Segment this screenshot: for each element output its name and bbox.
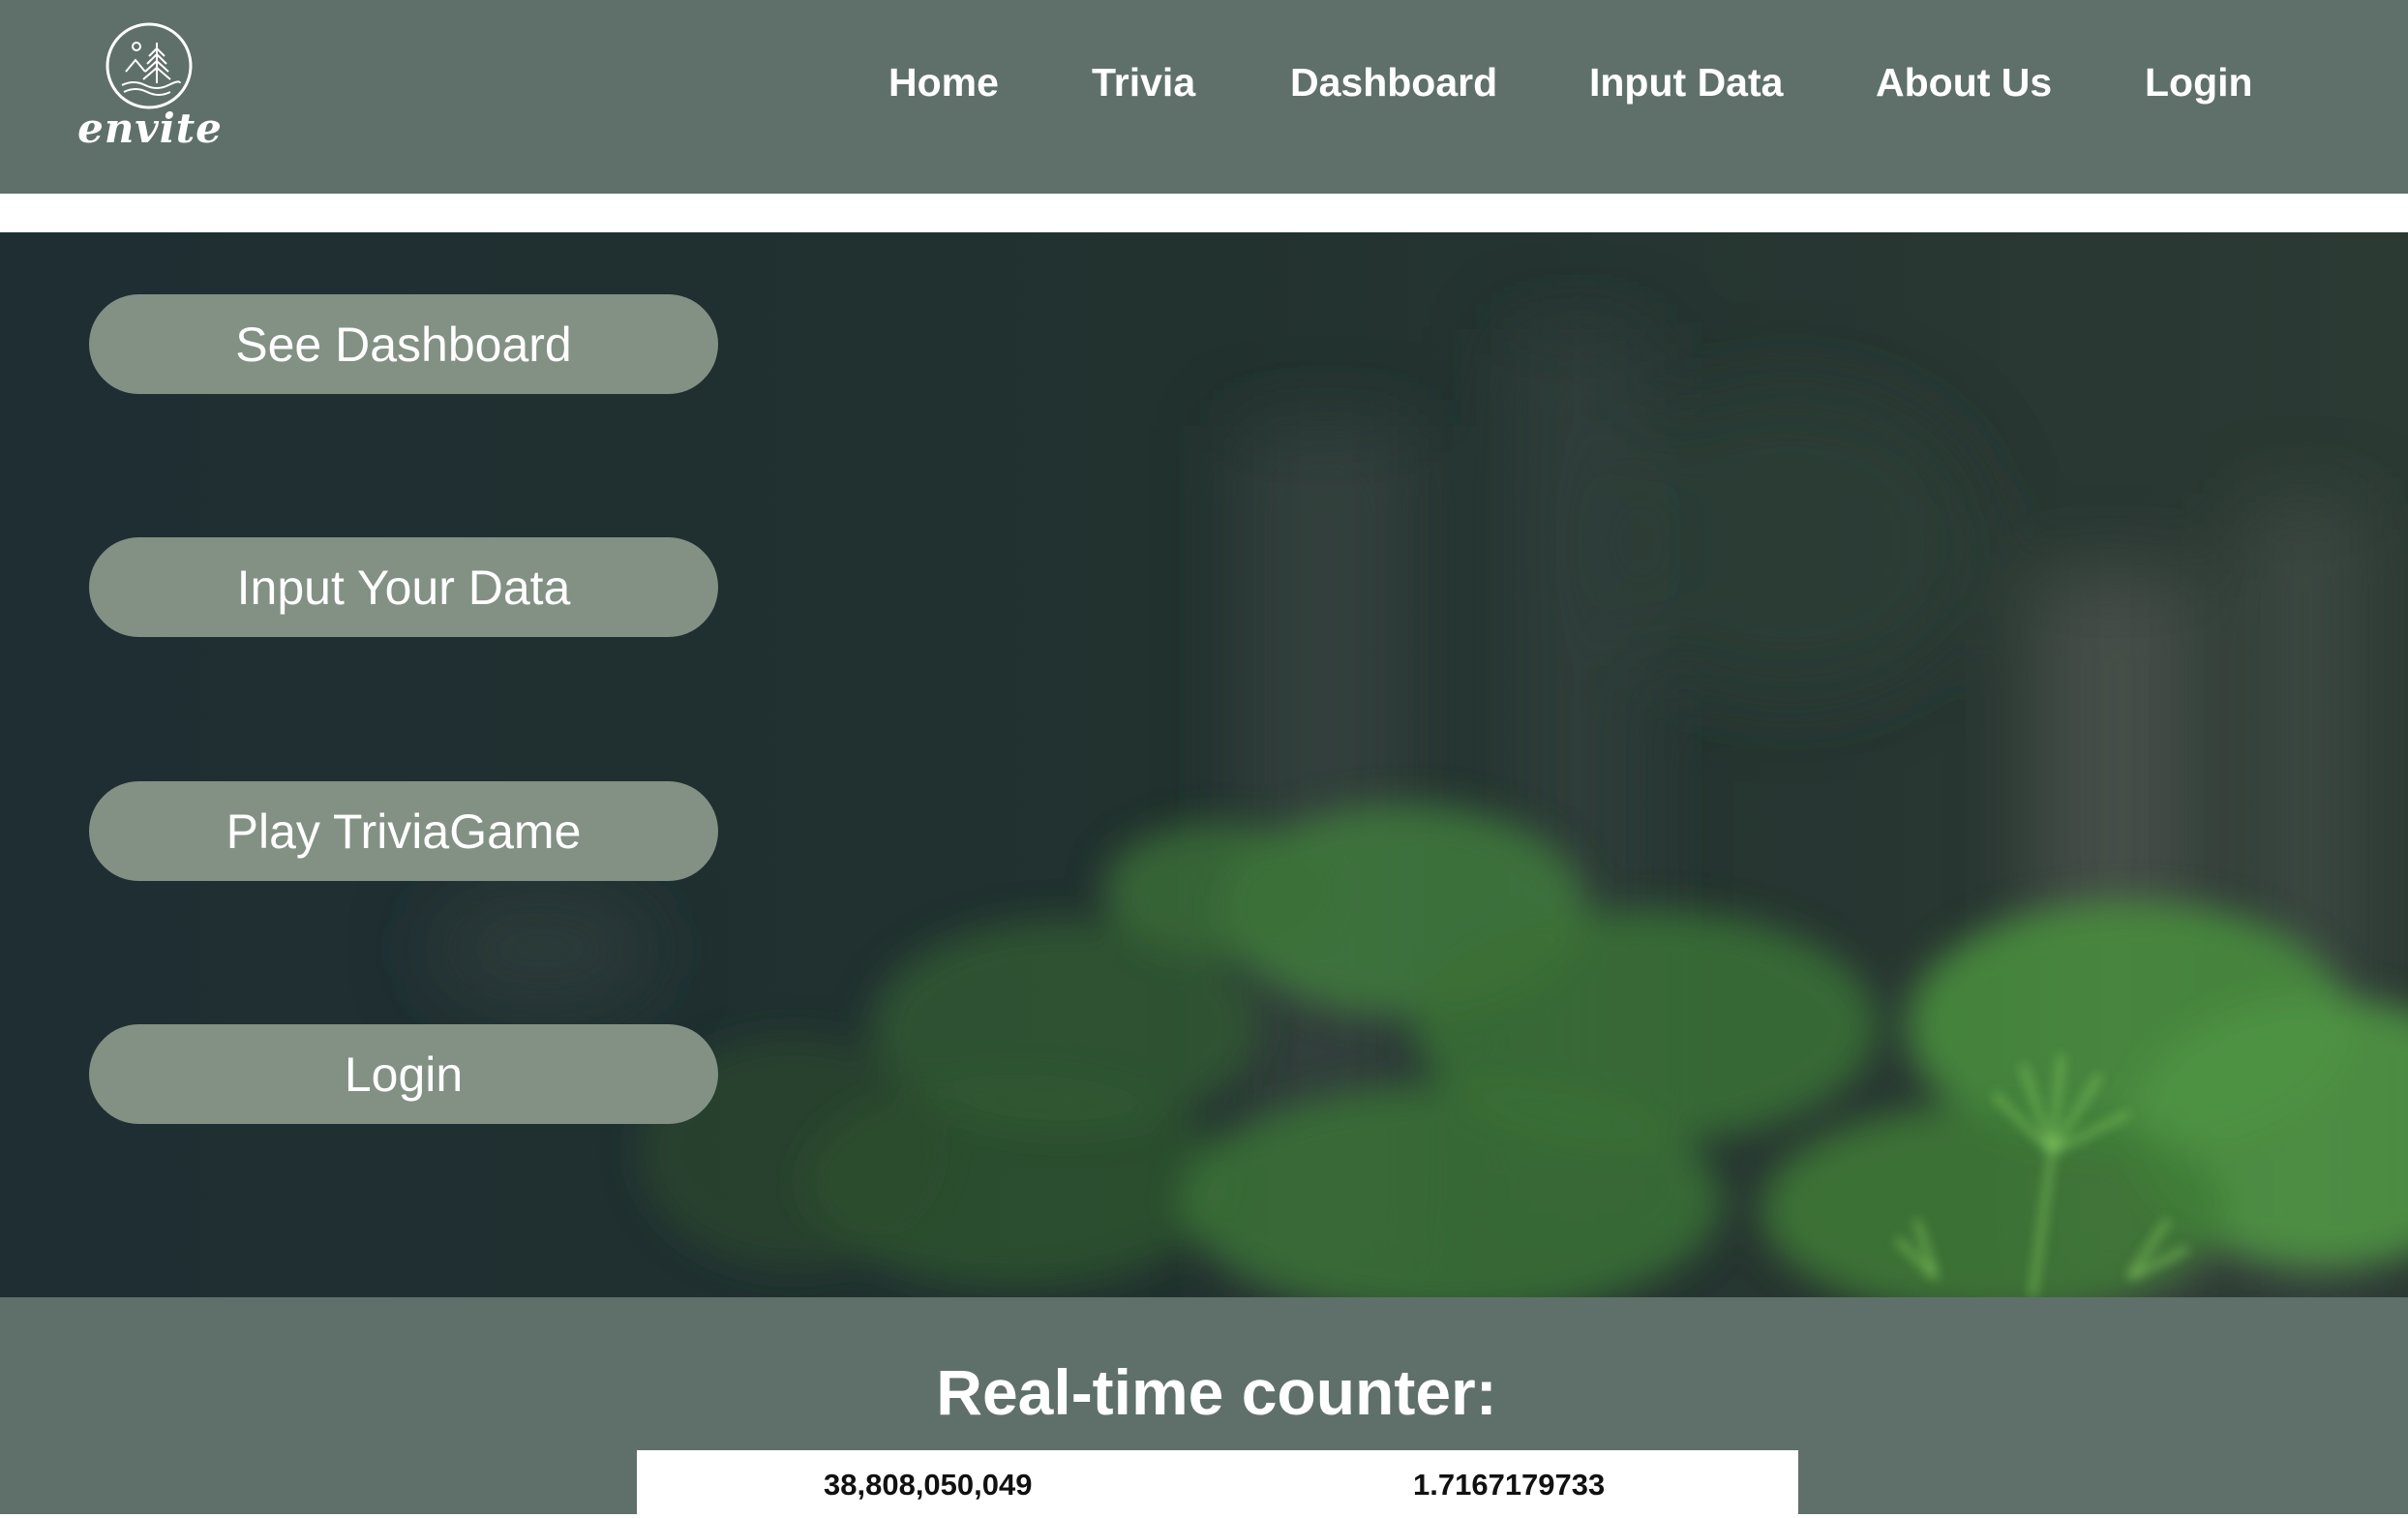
- counter-value-rate: 1.7167179733: [1413, 1468, 1606, 1502]
- site-header: envite Home Trivia Dashboard Input Data …: [0, 0, 2408, 194]
- nav-login[interactable]: Login: [2145, 60, 2253, 106]
- header-divider: [0, 194, 2408, 232]
- tree-mountain-emblem-icon: [105, 22, 193, 109]
- counter-title: Real-time counter:: [936, 1356, 1497, 1428]
- see-dashboard-button[interactable]: See Dashboard: [89, 294, 718, 394]
- nav-dashboard[interactable]: Dashboard: [1290, 60, 1497, 106]
- counter-box: 38,808,050,049 1.7167179733: [637, 1450, 1798, 1518]
- nav-home[interactable]: Home: [888, 60, 999, 106]
- counter-value-total: 38,808,050,049: [824, 1468, 1033, 1502]
- nav-input-data[interactable]: Input Data: [1589, 60, 1783, 106]
- nav-about-us[interactable]: About Us: [1876, 60, 2052, 106]
- hero-section: See Dashboard Input Your Data Play Trivi…: [0, 232, 2408, 1297]
- play-trivia-game-button[interactable]: Play TriviaGame: [89, 781, 718, 881]
- counter-section: Real-time counter: 38,808,050,049 1.7167…: [0, 1297, 2408, 1518]
- input-your-data-button[interactable]: Input Your Data: [89, 537, 718, 637]
- brand-name: envite: [77, 105, 223, 152]
- hero-login-button[interactable]: Login: [89, 1024, 718, 1124]
- brand-logo[interactable]: envite: [77, 19, 223, 152]
- nav-trivia[interactable]: Trivia: [1092, 60, 1195, 106]
